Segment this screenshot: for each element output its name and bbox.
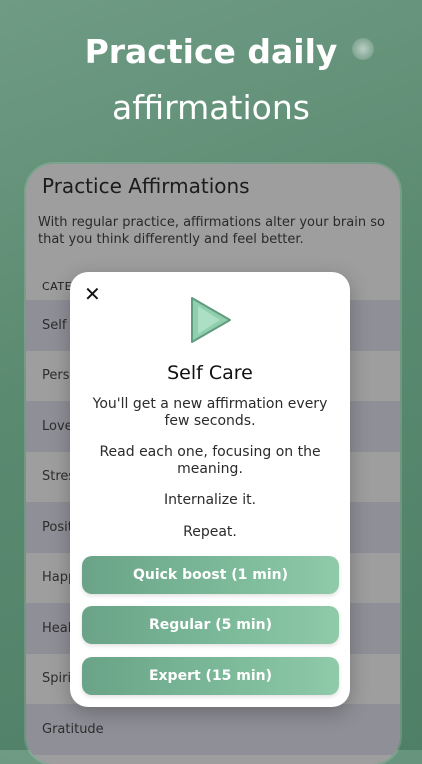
modal-title: Self Care — [167, 362, 253, 384]
hero-subtitle: affirmations — [112, 88, 310, 127]
hero-title: Practice daily — [84, 32, 338, 71]
screen-description: With regular practice, affirmations alte… — [38, 215, 385, 247]
screen-title: Practice Affirmations — [42, 174, 250, 198]
quick-boost-button[interactable]: Quick boost (1 min) — [82, 556, 339, 594]
category-header: CATE — [42, 280, 73, 293]
modal-info-text: You'll get a new affirmation every few s… — [92, 396, 328, 429]
modal-info-text: Read each one, focusing on the meaning. — [99, 444, 321, 477]
category-item[interactable]: Gratitude — [26, 704, 400, 755]
modal-info-text: Repeat. — [183, 524, 237, 540]
modal-info-text: Internalize it. — [163, 492, 257, 508]
affirmation-modal: ✕ Self Care You'll get a new affirmation… — [70, 272, 350, 707]
play-icon — [191, 297, 231, 343]
regular-button[interactable]: Regular (5 min) — [82, 606, 339, 644]
close-icon[interactable]: ✕ — [84, 284, 101, 304]
expert-button[interactable]: Expert (15 min) — [82, 657, 339, 695]
